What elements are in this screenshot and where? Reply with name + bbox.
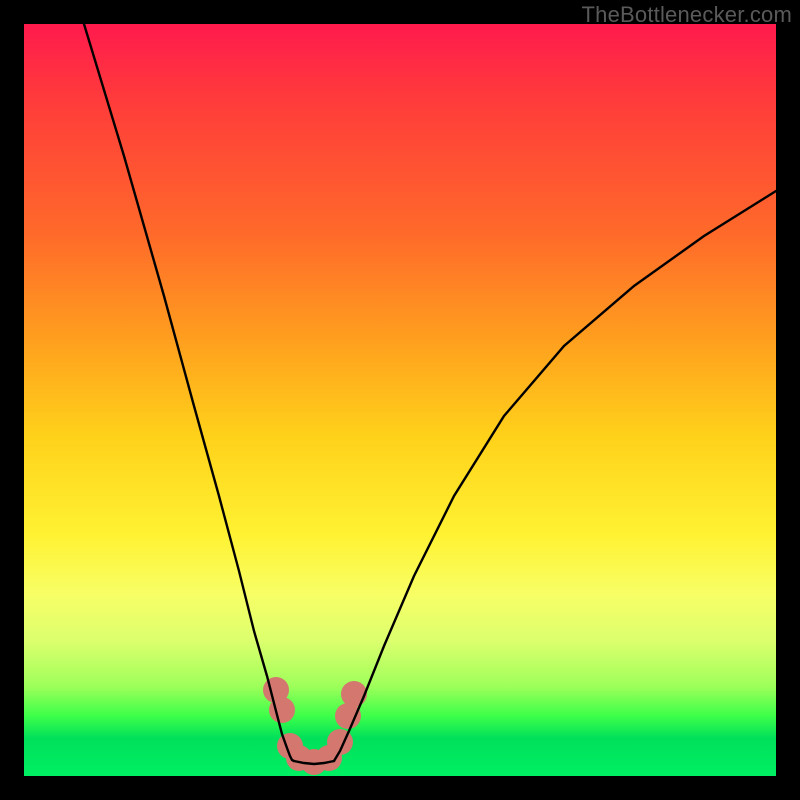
chart-frame: TheBottlenecker.com xyxy=(0,0,800,800)
dip-marker xyxy=(335,703,361,729)
right-curve xyxy=(334,191,776,761)
plot-area xyxy=(24,24,776,776)
left-curve xyxy=(84,24,294,761)
curves-layer xyxy=(24,24,776,776)
dip-marker xyxy=(341,681,367,707)
